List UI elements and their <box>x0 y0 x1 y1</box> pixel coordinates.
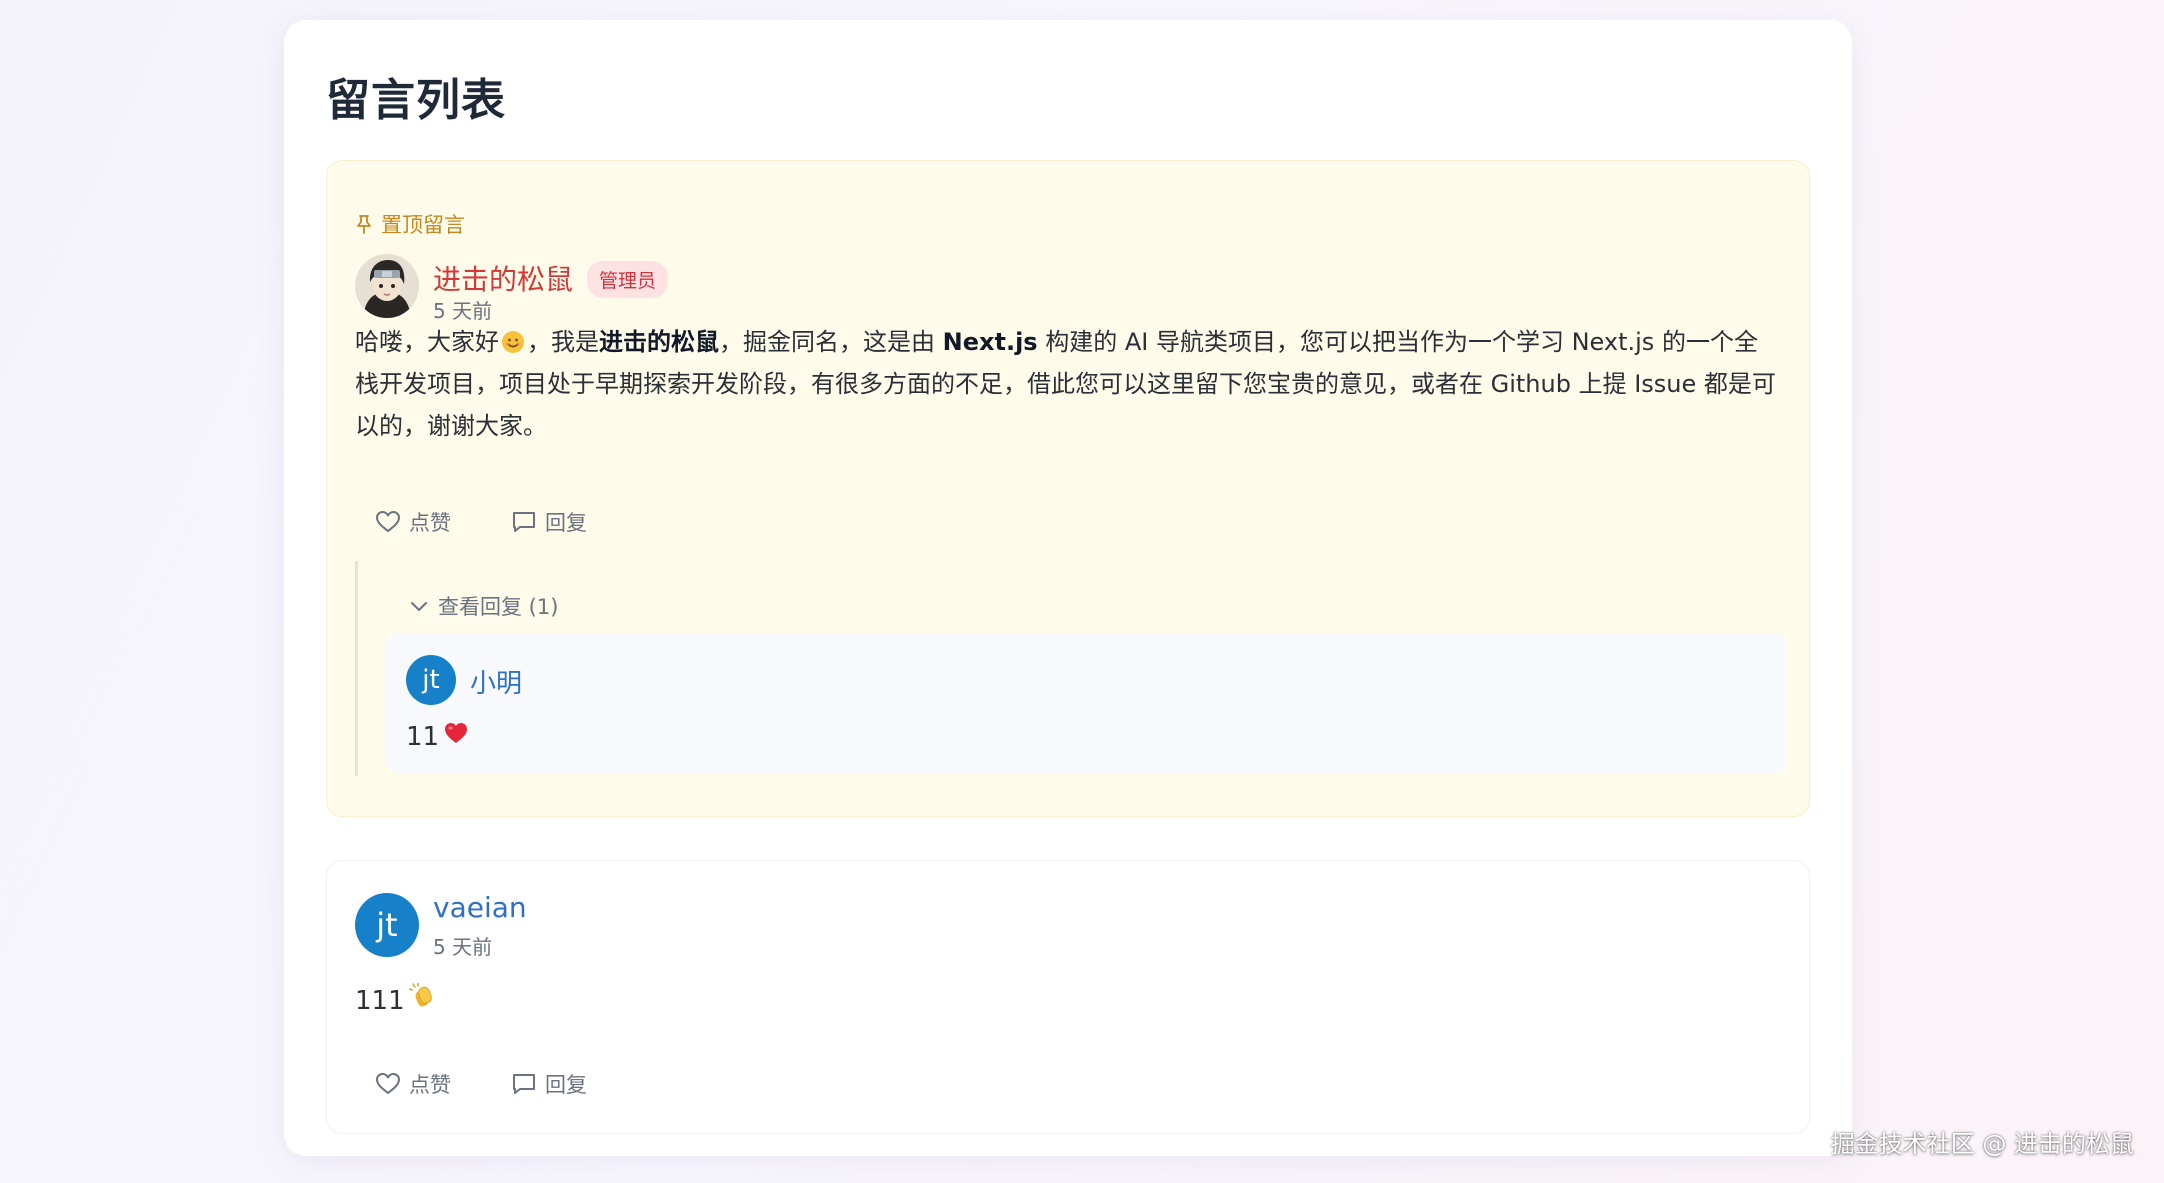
pin-label-text: 置顶留言 <box>381 213 465 237</box>
comment-time: 5 天前 <box>433 935 493 959</box>
admin-avatar[interactable] <box>355 254 419 318</box>
reply-author-name[interactable]: 小明 <box>470 663 522 700</box>
comment-actions: 点赞 回复 <box>375 1069 587 1099</box>
author-name[interactable]: vaeian <box>433 891 527 924</box>
comment-time: 5 天前 <box>433 299 493 323</box>
view-replies-label: 查看回复 (1) <box>438 595 559 619</box>
comment-name-row: vaeian <box>433 891 527 924</box>
reply-content: 11 <box>406 721 469 752</box>
like-button[interactable]: 点赞 <box>375 507 451 537</box>
like-label: 点赞 <box>409 1073 451 1097</box>
comment-icon <box>511 1072 537 1096</box>
pin-label: 置顶留言 <box>355 209 465 239</box>
chevron-down-icon <box>410 594 428 618</box>
reply-item: jt 小明 11 <box>386 633 1786 773</box>
admin-badge: 管理员 <box>587 261 669 298</box>
user-avatar[interactable]: jt <box>355 893 419 957</box>
reply-label: 回复 <box>545 1073 587 1097</box>
comments-card: 留言列表 置顶留言 进击的松鼠 管理员 5 天前 哈喽，大家好 ，我是进击的松鼠… <box>284 20 1852 1156</box>
replies-section: 查看回复 (1) jt 小明 11 <box>355 561 1786 776</box>
comment-content: 111 <box>355 982 437 1018</box>
red-heart-icon <box>443 721 469 752</box>
clapping-hands-icon <box>408 982 437 1018</box>
heart-outline-icon <box>375 510 401 534</box>
pinned-comment: 置顶留言 进击的松鼠 管理员 5 天前 哈喽，大家好 ，我是进击的松鼠，掘金同名，… <box>326 160 1810 817</box>
author-name[interactable]: 进击的松鼠 <box>433 258 573 298</box>
comment-content: 哈喽，大家好 ，我是进击的松鼠，掘金同名，这是由 Next.js 构建的 AI 导… <box>355 321 1781 447</box>
smile-emoji-icon <box>501 325 525 353</box>
reply-label: 回复 <box>545 511 587 535</box>
like-label: 点赞 <box>409 511 451 535</box>
page-title: 留言列表 <box>326 75 506 126</box>
comment-icon <box>511 510 537 534</box>
pin-icon <box>355 214 373 234</box>
reply-button[interactable]: 回复 <box>511 1069 587 1099</box>
reply-button[interactable]: 回复 <box>511 507 587 537</box>
comment-item: jt vaeian 5 天前 111 点赞 回复 <box>326 860 1810 1134</box>
reply-avatar[interactable]: jt <box>406 655 456 705</box>
watermark: 掘金技术社区 @ 进击的松鼠 <box>1830 1130 2134 1158</box>
view-replies-toggle[interactable]: 查看回复 (1) <box>410 591 558 621</box>
pinned-name-row: 进击的松鼠 管理员 <box>433 257 669 298</box>
heart-outline-icon <box>375 1072 401 1096</box>
pinned-actions: 点赞 回复 <box>375 507 587 537</box>
like-button[interactable]: 点赞 <box>375 1069 451 1099</box>
